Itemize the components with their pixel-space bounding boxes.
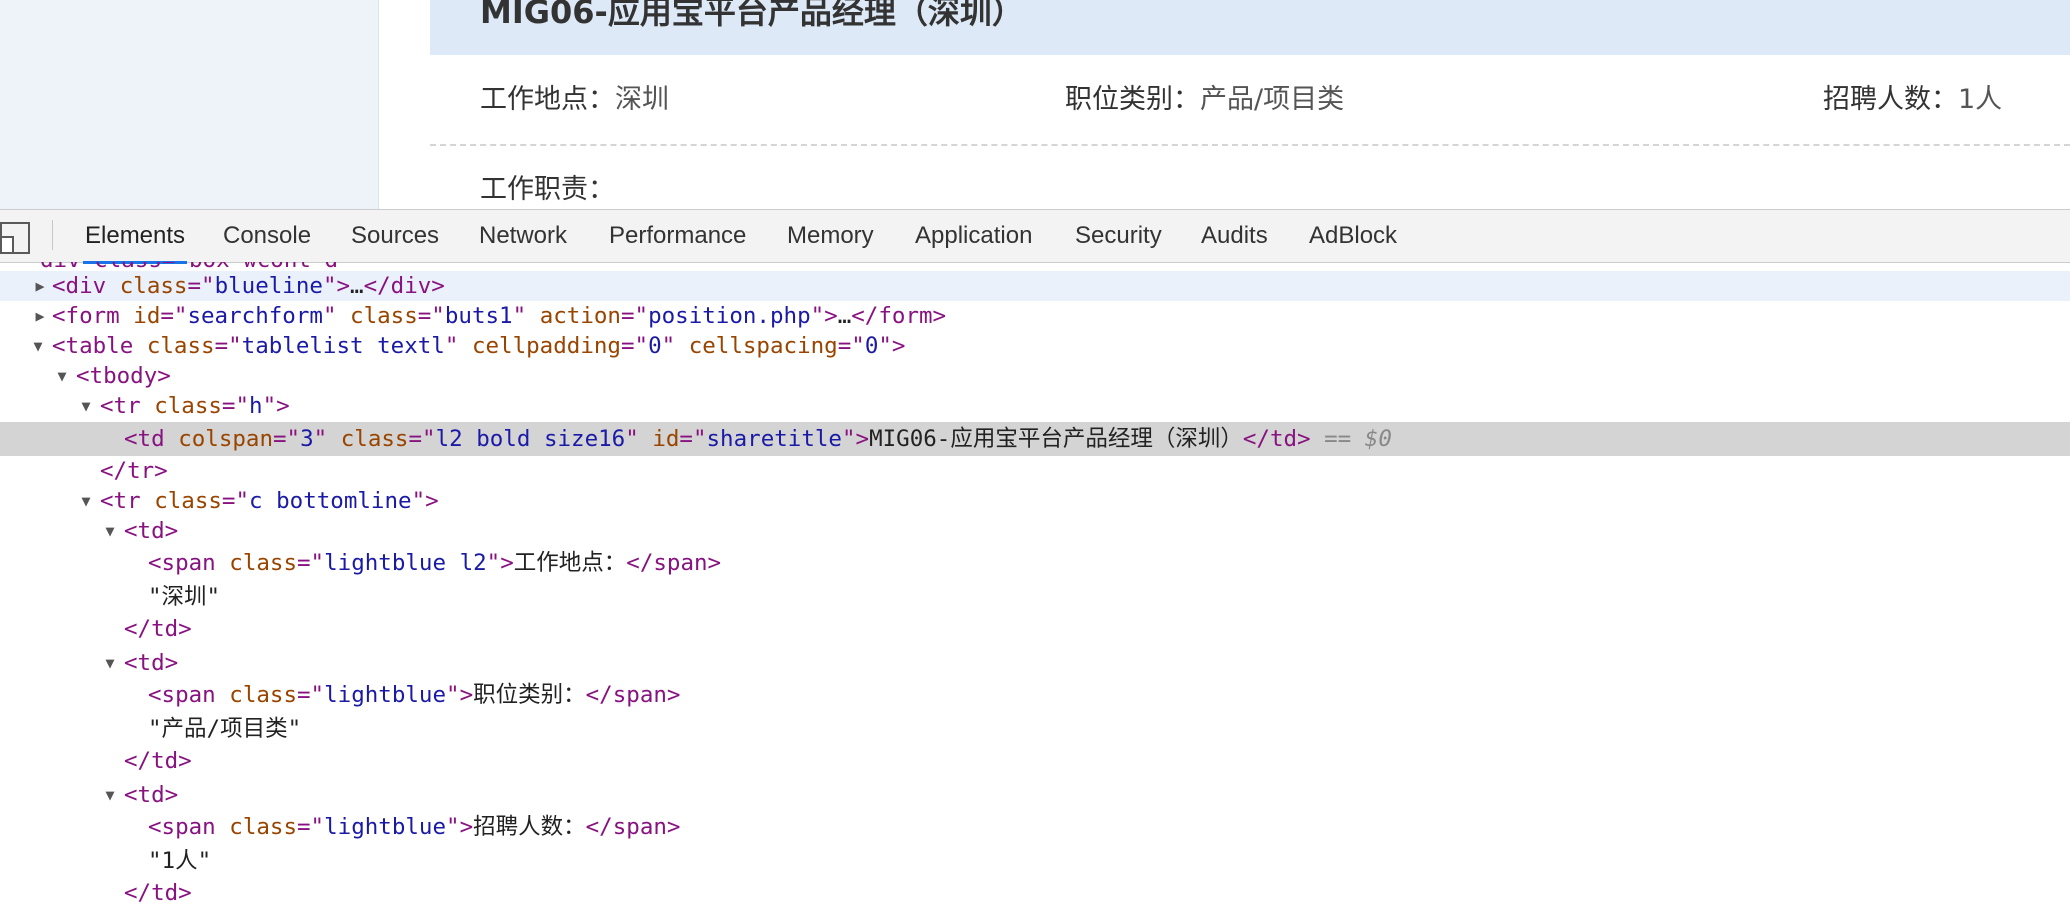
device-toolbar-icon[interactable]	[0, 222, 30, 254]
tab-audits[interactable]: Audits	[1201, 210, 1268, 262]
dom-node-td-location[interactable]: ▼ <td>	[0, 516, 2070, 546]
triangle-right-icon[interactable]: ▶	[32, 308, 48, 324]
tab-performance[interactable]: Performance	[609, 210, 746, 262]
dom-node-tbody[interactable]: ▼ <tbody>	[0, 361, 2070, 391]
tab-security[interactable]: Security	[1075, 210, 1162, 262]
elements-dom-tree: div class="box wcont_d" ▶ <div class="bl…	[0, 262, 2070, 914]
selected-node-ref: == $0	[1324, 426, 1392, 452]
dom-node-span-category[interactable]: <span class="lightblue">职位类别：</span>	[0, 680, 2070, 710]
triangle-down-icon[interactable]: ▼	[78, 398, 94, 414]
job-category: 职位类别：产品/项目类	[1065, 80, 1344, 120]
job-category-label: 职位类别：	[1065, 84, 1200, 115]
job-info-row: 工作地点：深圳 职位类别：产品/项目类 招聘人数：1人	[430, 56, 2070, 146]
job-location-value: 深圳	[615, 84, 669, 115]
job-location-label: 工作地点：	[480, 84, 615, 115]
dom-node-table[interactable]: ▼ <table class="tablelist textl" cellpad…	[0, 331, 2070, 361]
job-title-bar: MIG06-应用宝平台产品经理（深圳）	[430, 0, 2070, 55]
dom-text-category[interactable]: "产品/项目类"	[0, 714, 2070, 744]
tab-application[interactable]: Application	[915, 210, 1032, 262]
dom-node-tr-h[interactable]: ▼ <tr class="h">	[0, 391, 2070, 421]
tabbar-separator	[52, 220, 53, 250]
dom-node-td-close[interactable]: </td>	[0, 878, 2070, 908]
job-location: 工作地点：深圳	[480, 80, 669, 120]
tab-console[interactable]: Console	[223, 210, 311, 262]
job-headcount-label: 招聘人数：	[1823, 84, 1958, 115]
tab-sources[interactable]: Sources	[351, 210, 439, 262]
tab-network[interactable]: Network	[479, 210, 567, 262]
job-headcount: 招聘人数：1人	[1823, 80, 2002, 120]
triangle-right-icon[interactable]: ▶	[32, 278, 48, 294]
triangle-down-icon[interactable]: ▼	[102, 523, 118, 539]
tab-adblock[interactable]: AdBlock	[1309, 210, 1397, 262]
triangle-down-icon[interactable]: ▼	[54, 368, 70, 384]
job-title: MIG06-应用宝平台产品经理（深圳）	[480, 0, 1024, 31]
dom-node-span-location[interactable]: <span class="lightblue l2">工作地点：</span>	[0, 548, 2070, 578]
triangle-down-icon[interactable]: ▼	[78, 493, 94, 509]
dom-node-form-searchform[interactable]: ▶ <form id="searchform" class="buts1" ac…	[0, 301, 2070, 331]
triangle-down-icon[interactable]: ▼	[102, 655, 118, 671]
left-sidebar	[0, 0, 379, 209]
page-viewport: MIG06-应用宝平台产品经理（深圳） 工作地点：深圳 职位类别：产品/项目类 …	[0, 0, 2070, 209]
dom-node-div-blueline[interactable]: ▶ <div class="blueline">…</div>	[0, 271, 2070, 301]
triangle-down-icon[interactable]: ▼	[30, 338, 46, 354]
dom-text-location[interactable]: "深圳"	[0, 582, 2070, 612]
job-category-value: 产品/项目类	[1200, 84, 1345, 115]
dom-node-tr-bottomline[interactable]: ▼ <tr class="c bottomline">	[0, 486, 2070, 516]
dom-text-headcount[interactable]: "1人"	[0, 846, 2070, 876]
dom-node-td-headcount[interactable]: ▼ <td>	[0, 780, 2070, 810]
job-headcount-value: 1人	[1958, 84, 2003, 115]
tab-memory[interactable]: Memory	[787, 210, 874, 262]
job-duty-label: 工作职责：	[480, 174, 615, 205]
dom-node-td-sharetitle[interactable]: <td colspan="3" class="l2 bold size16" i…	[0, 422, 2070, 456]
dom-node-td-close[interactable]: </td>	[0, 614, 2070, 644]
dom-node-tr-close[interactable]: </tr>	[0, 456, 2070, 486]
triangle-down-icon[interactable]: ▼	[102, 787, 118, 803]
dom-node-td-category[interactable]: ▼ <td>	[0, 648, 2070, 678]
dom-node-td-close[interactable]: </td>	[0, 746, 2070, 776]
devtools-tabbar: Elements Console Sources Network Perform…	[0, 209, 2070, 264]
tab-elements[interactable]: Elements	[82, 210, 188, 264]
devtools-panel: Elements Console Sources Network Perform…	[0, 209, 2070, 914]
dom-node-span-headcount[interactable]: <span class="lightblue">招聘人数：</span>	[0, 812, 2070, 842]
